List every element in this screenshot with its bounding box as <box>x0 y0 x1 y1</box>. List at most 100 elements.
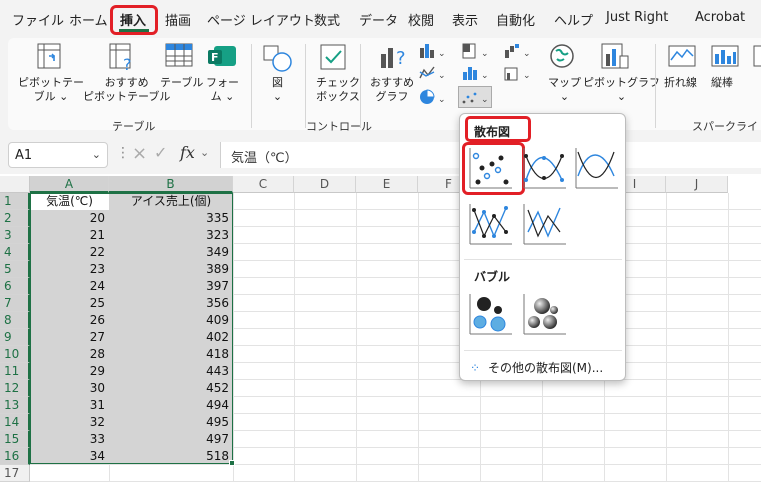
row-header[interactable]: 12 <box>0 380 30 397</box>
waterfall-chart-icon[interactable]: ⌄ <box>503 42 533 60</box>
scatter-smooth-lines-option-icon[interactable] <box>574 146 620 190</box>
tab-formulas[interactable]: 数式 <box>314 10 340 29</box>
recommended-pivot-label[interactable]: おすすめ ピボットテーブル <box>83 76 170 104</box>
sparkline-column-label[interactable]: 縦棒 <box>711 76 733 90</box>
cell-temperature[interactable]: 30 <box>30 380 109 397</box>
pivot-table-icon[interactable] <box>36 42 62 70</box>
chevron-down-icon[interactable]: ⌄ <box>200 146 209 159</box>
name-box[interactable]: A1 ⌄ <box>8 142 108 168</box>
pivot-chart-label[interactable]: ピボットグラフ ⌄ <box>583 76 660 104</box>
tab-file[interactable]: ファイル <box>12 10 64 29</box>
row-header[interactable]: 6 <box>0 278 30 295</box>
tab-page-layout[interactable]: ページ レイアウト <box>207 10 315 29</box>
pivot-chart-icon[interactable] <box>600 42 630 72</box>
row-header[interactable]: 16 <box>0 448 30 465</box>
recommended-charts-icon[interactable]: ? <box>378 42 410 72</box>
row-header[interactable]: 10 <box>0 346 30 363</box>
cell-ice-sales[interactable]: 335 <box>109 210 233 227</box>
more-scatter-charts-item[interactable]: ⁘ その他の散布図(M)... <box>470 359 603 376</box>
forms-label[interactable]: フォー ム ⌄ <box>206 76 239 104</box>
recommended-pivot-icon[interactable]: ? <box>108 42 136 72</box>
select-all-corner[interactable] <box>0 176 30 193</box>
sparkline-winloss-icon[interactable] <box>752 44 761 70</box>
insert-function-icon[interactable]: fx <box>180 143 195 162</box>
scatter-chart-button[interactable]: ⌄ <box>458 86 492 108</box>
row-header[interactable]: 14 <box>0 414 30 431</box>
column-header[interactable]: E <box>356 176 418 193</box>
header-cell-temperature[interactable]: 気温(℃) <box>30 193 109 210</box>
cancel-icon[interactable]: × <box>132 143 147 164</box>
tab-draw[interactable]: 描画 <box>165 10 191 29</box>
cell-temperature[interactable]: 34 <box>30 448 109 465</box>
cell-ice-sales[interactable]: 443 <box>109 363 233 380</box>
scatter-straight-markers-option-icon[interactable] <box>468 202 514 246</box>
row-header[interactable]: 7 <box>0 295 30 312</box>
enter-icon[interactable]: ✓ <box>154 143 167 162</box>
cell-ice-sales[interactable]: 497 <box>109 431 233 448</box>
row-header[interactable]: 3 <box>0 227 30 244</box>
scatter-straight-lines-option-icon[interactable] <box>522 202 568 246</box>
row-header[interactable]: 5 <box>0 261 30 278</box>
row-header[interactable]: 1 <box>0 193 30 210</box>
cell-ice-sales[interactable]: 494 <box>109 397 233 414</box>
checkbox-icon[interactable] <box>318 42 348 72</box>
column-header[interactable]: A <box>30 176 109 193</box>
sparkline-column-icon[interactable] <box>710 44 740 70</box>
tab-review[interactable]: 校閲 <box>408 10 434 29</box>
cell-ice-sales[interactable]: 349 <box>109 244 233 261</box>
cell-temperature[interactable]: 29 <box>30 363 109 380</box>
pivot-table-label[interactable]: ピボットテー ブル ⌄ <box>18 76 84 104</box>
recommended-charts-label[interactable]: おすすめ グラフ <box>370 76 414 104</box>
cell-ice-sales[interactable]: 418 <box>109 346 233 363</box>
cell-temperature[interactable]: 32 <box>30 414 109 431</box>
scatter-smooth-markers-option-icon[interactable] <box>522 146 568 190</box>
cell-temperature[interactable]: 26 <box>30 312 109 329</box>
header-cell-ice-sales[interactable]: アイス売上(個) <box>109 193 233 210</box>
scatter-plot-option-icon[interactable] <box>468 146 514 190</box>
tab-acrobat[interactable]: Acrobat <box>695 10 745 25</box>
hierarchy-chart-icon[interactable]: ⌄ <box>461 42 491 60</box>
row-header[interactable]: 17 <box>0 465 30 482</box>
column-header[interactable]: B <box>109 176 233 193</box>
combo-chart-icon[interactable]: ⌄ <box>503 64 533 82</box>
checkbox-label[interactable]: チェック ボックス <box>316 76 360 104</box>
row-header[interactable]: 4 <box>0 244 30 261</box>
tab-automate[interactable]: 自動化 <box>496 10 535 29</box>
cell-temperature[interactable]: 25 <box>30 295 109 312</box>
shapes-label[interactable]: 図 ⌄ <box>272 76 283 104</box>
chevron-down-icon[interactable]: ⌄ <box>92 148 101 161</box>
tab-home[interactable]: ホーム <box>69 10 108 29</box>
cell-temperature[interactable]: 22 <box>30 244 109 261</box>
tab-just-right[interactable]: Just Right <box>606 10 668 25</box>
forms-icon[interactable]: F <box>206 42 238 70</box>
tab-view[interactable]: 表示 <box>452 10 478 29</box>
maps-icon[interactable] <box>548 42 576 70</box>
cell-temperature[interactable]: 33 <box>30 431 109 448</box>
cell-temperature[interactable]: 23 <box>30 261 109 278</box>
pie-chart-icon[interactable]: ⌄ <box>418 88 448 106</box>
column-chart-icon[interactable]: ⌄ <box>418 42 448 60</box>
bubble-3d-option-icon[interactable] <box>522 292 568 336</box>
cell-temperature[interactable]: 21 <box>30 227 109 244</box>
tab-help[interactable]: ヘルプ <box>554 10 593 29</box>
cell-ice-sales[interactable]: 389 <box>109 261 233 278</box>
cell-ice-sales[interactable]: 518 <box>109 448 233 465</box>
more-icon[interactable]: ⋮ <box>116 145 130 161</box>
bubble-chart-option-icon[interactable] <box>468 292 514 336</box>
cell-temperature[interactable]: 20 <box>30 210 109 227</box>
tab-data[interactable]: データ <box>359 10 398 29</box>
row-header[interactable]: 8 <box>0 312 30 329</box>
sparkline-line-label[interactable]: 折れ線 <box>664 76 697 90</box>
table-icon[interactable] <box>164 42 194 70</box>
maps-label[interactable]: マップ ⌄ <box>548 76 581 104</box>
cell-temperature[interactable]: 31 <box>30 397 109 414</box>
cell-ice-sales[interactable]: 409 <box>109 312 233 329</box>
line-chart-icon[interactable]: ⌄ <box>418 64 448 82</box>
cell-ice-sales[interactable]: 397 <box>109 278 233 295</box>
cell-ice-sales[interactable]: 402 <box>109 329 233 346</box>
cell-ice-sales[interactable]: 356 <box>109 295 233 312</box>
cell-ice-sales[interactable]: 452 <box>109 380 233 397</box>
column-header[interactable]: D <box>294 176 356 193</box>
cell-temperature[interactable]: 24 <box>30 278 109 295</box>
sparkline-line-icon[interactable] <box>667 44 697 70</box>
